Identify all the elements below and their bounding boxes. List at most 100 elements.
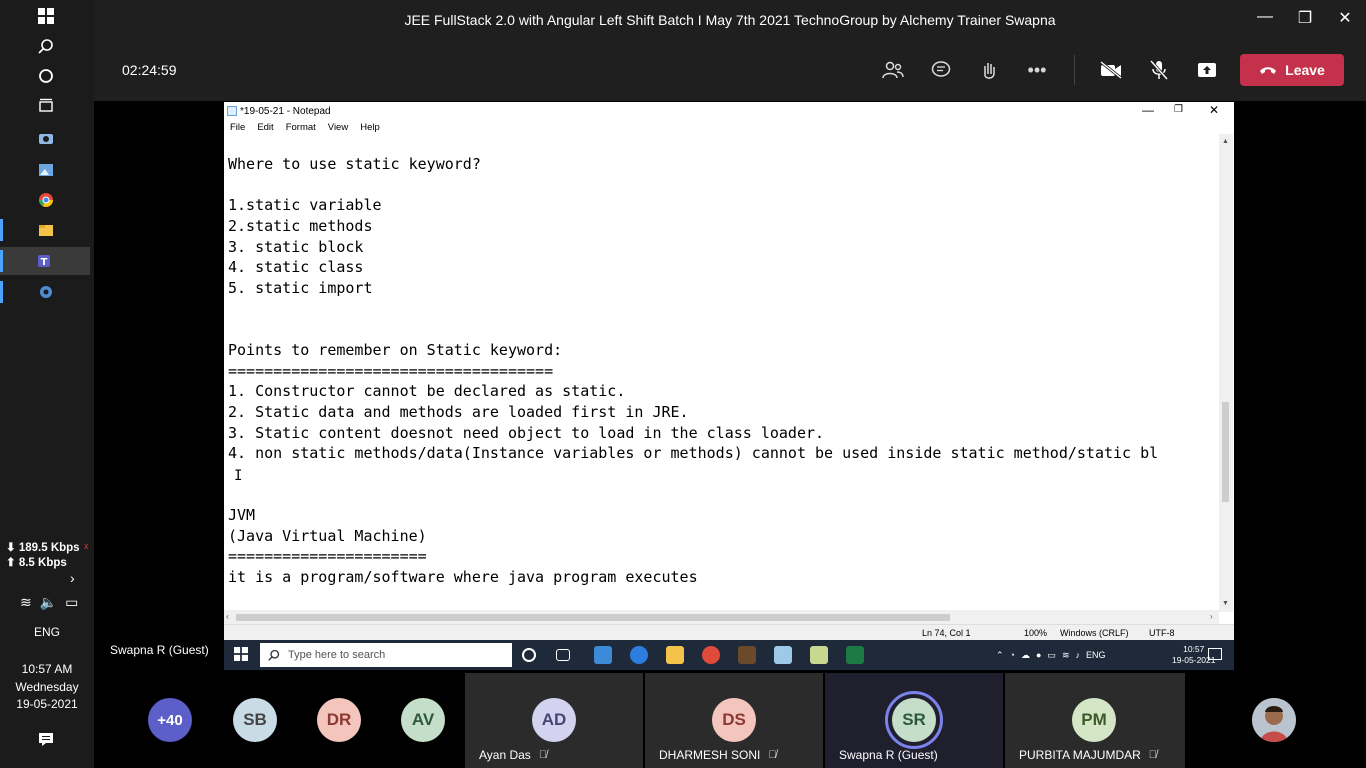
participant-tile[interactable]: AD Ayan Das 🎙̸ — [465, 673, 643, 768]
tray-icon[interactable]: ☁ — [1021, 650, 1030, 661]
close-window-button[interactable]: ✕ — [1330, 8, 1360, 32]
participant-tile[interactable]: DS DHARMESH SONI 🎙̸ — [645, 673, 823, 768]
net-upload-value: 8.5 Kbps — [18, 557, 67, 569]
horizontal-scroll-thumb[interactable] — [236, 614, 950, 621]
teams-app-icon[interactable]: T — [0, 247, 90, 275]
notepad-line: Points to remember on Static keyword: — [228, 340, 563, 359]
mic-off-icon[interactable] — [1144, 56, 1174, 84]
horizontal-scrollbar[interactable]: ‹ › — [224, 610, 1219, 624]
raise-hand-icon[interactable] — [974, 56, 1004, 84]
scroll-down-icon[interactable]: ▼ — [1222, 600, 1229, 607]
app-icon[interactable] — [810, 646, 828, 664]
windows-start-icon[interactable] — [30, 2, 62, 30]
teams-meeting-window: JEE FullStack 2.0 with Angular Left Shif… — [94, 0, 1366, 768]
cortana-icon[interactable] — [30, 62, 62, 90]
participant-name-row: DHARMESH SONI 🎙̸ — [659, 748, 777, 762]
chrome-icon[interactable] — [702, 646, 720, 664]
volume-icon[interactable]: 🔈 — [40, 594, 57, 611]
menu-edit[interactable]: Edit — [257, 122, 273, 133]
battery-icon[interactable]: ▭ — [1047, 650, 1056, 661]
wifi-icon[interactable]: ≋ — [1062, 650, 1070, 661]
notepad-close-button[interactable]: ✕ — [1209, 103, 1219, 117]
chevron-right-icon[interactable]: › — [70, 570, 75, 586]
notepad-line: ==================================== — [228, 361, 554, 380]
self-video-avatar[interactable] — [1252, 698, 1296, 742]
cortana-icon[interactable] — [522, 648, 536, 662]
app-icon[interactable] — [738, 646, 756, 664]
notifications-icon[interactable] — [30, 725, 62, 753]
shared-screen: *19-05-21 - Notepad — ❐ ✕ File Edit Form… — [224, 102, 1234, 670]
wifi-icon[interactable]: ≋ — [20, 594, 32, 611]
photos-app-icon[interactable] — [30, 156, 62, 184]
more-options-icon[interactable]: ••• — [1022, 56, 1052, 84]
net-upload-speed: ⬆ 8.5 Kbps — [6, 557, 67, 569]
notepad-line — [228, 175, 1218, 196]
participant-tile[interactable]: PM PURBITA MAJUMDAR 🎙̸ — [1005, 673, 1185, 768]
maximize-button[interactable]: ❐ — [1290, 8, 1320, 32]
menu-file[interactable]: File — [230, 122, 245, 133]
notepad-minimize-button[interactable]: — — [1142, 103, 1154, 117]
camera-off-icon[interactable] — [1096, 56, 1126, 84]
participant-avatar: SR — [892, 698, 936, 742]
language-indicator[interactable]: ENG — [0, 625, 94, 639]
chat-icon[interactable] — [926, 56, 956, 84]
participant-name: Swapna R (Guest) — [839, 748, 938, 762]
participant-avatar: AD — [532, 698, 576, 742]
clock-time[interactable]: 10:57 AM — [0, 662, 94, 676]
camera-app-icon[interactable] — [30, 124, 62, 152]
notepad-line: 5. static import — [228, 278, 373, 297]
file-explorer-icon[interactable] — [30, 216, 62, 244]
participant-avatar[interactable]: DR — [317, 698, 361, 742]
participant-tile[interactable]: SR Swapna R (Guest) — [825, 673, 1003, 768]
search-icon[interactable] — [30, 32, 62, 60]
active-app-indicator — [0, 250, 3, 272]
mic-off-icon: 🎙̸ — [1148, 749, 1158, 761]
notepad-icon[interactable] — [774, 646, 792, 664]
close-icon[interactable]: x — [84, 541, 89, 551]
chevron-up-icon[interactable]: ⌃ — [996, 650, 1004, 661]
participant-avatar[interactable]: SB — [233, 698, 277, 742]
task-view-icon[interactable] — [30, 92, 62, 120]
file-explorer-icon[interactable] — [666, 646, 684, 664]
menu-view[interactable]: View — [328, 122, 348, 133]
vertical-scroll-thumb[interactable] — [1222, 402, 1229, 502]
system-tray: ≋ 🔈 ▭ — [20, 594, 78, 611]
meeting-timer: 02:24:59 — [122, 62, 177, 78]
leave-button[interactable]: Leave — [1240, 54, 1344, 86]
notepad-maximize-button[interactable]: ❐ — [1174, 104, 1183, 115]
battery-icon[interactable]: ▭ — [65, 594, 78, 611]
volume-icon[interactable]: ♪ — [1075, 650, 1080, 661]
edge-icon[interactable] — [630, 646, 648, 664]
menu-help[interactable]: Help — [360, 122, 380, 133]
participant-name: DHARMESH SONI — [659, 748, 761, 762]
taskbar-search-box[interactable]: Type here to search — [260, 643, 512, 667]
notepad-line: 4. static class — [228, 258, 364, 277]
minimize-button[interactable]: — — [1250, 8, 1280, 32]
scroll-right-icon[interactable]: › — [1210, 612, 1213, 621]
tray-icon[interactable]: ◔ — [1010, 650, 1015, 661]
language-indicator[interactable]: ENG — [1086, 650, 1106, 661]
svg-text:T: T — [41, 257, 48, 268]
mic-icon[interactable]: ● — [1036, 650, 1041, 661]
participants-strip: +40 SB DR AV AD Ayan Das 🎙̸ DS DHARMESH … — [94, 673, 1366, 768]
participants-icon[interactable] — [878, 56, 908, 84]
settings-app-icon[interactable] — [30, 278, 62, 306]
share-screen-icon[interactable] — [1192, 56, 1222, 84]
task-view-icon[interactable] — [556, 649, 570, 661]
menu-format[interactable]: Format — [286, 122, 316, 133]
windows-start-icon[interactable] — [234, 647, 248, 666]
more-participants-button[interactable]: +40 — [148, 698, 192, 742]
notifications-icon[interactable] — [1208, 648, 1222, 660]
participant-avatar[interactable]: AV — [401, 698, 445, 742]
scroll-left-icon[interactable]: ‹ — [226, 612, 229, 621]
shared-system-tray: ⌃ ◔ ☁ ● ▭ ≋ ♪ ENG — [996, 650, 1106, 661]
notepad-line: 4. non static methods/data(Instance vari… — [228, 444, 1159, 463]
mail-icon[interactable] — [594, 646, 612, 664]
vertical-scrollbar[interactable]: ▲ ▼ — [1219, 134, 1233, 612]
phone-hangup-icon — [1260, 67, 1277, 74]
notepad-line: ====================== — [228, 547, 427, 566]
excel-icon[interactable] — [846, 646, 864, 664]
notepad-text-area[interactable]: Where to use static keyword? 1.static va… — [228, 154, 1218, 612]
scroll-up-icon[interactable]: ▲ — [1222, 138, 1229, 145]
chrome-icon[interactable] — [30, 186, 62, 214]
